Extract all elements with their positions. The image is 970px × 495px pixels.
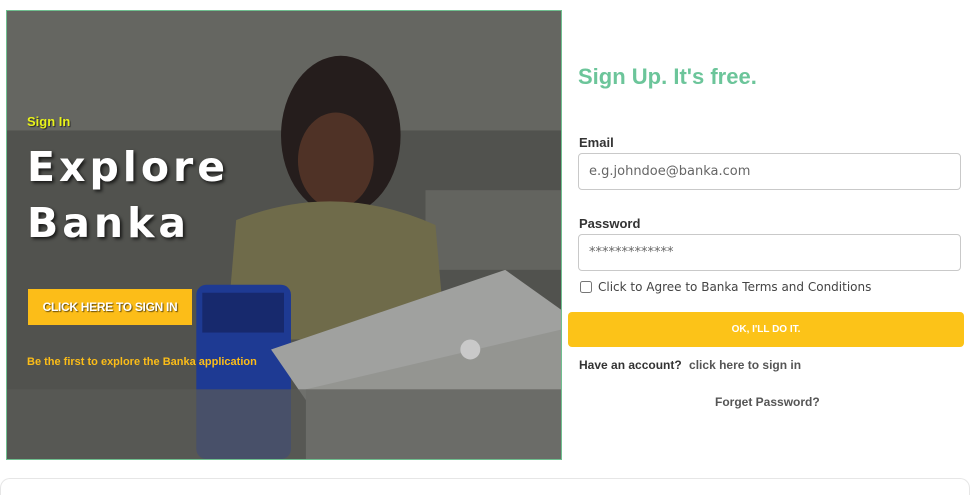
terms-checkbox[interactable] [580,281,592,293]
password-field[interactable] [578,234,961,271]
terms-row: Click to Agree to Banka Terms and Condit… [580,280,871,294]
have-account-row: Have an account? click here to sign in [579,358,801,372]
have-account-text: Have an account? [579,358,682,372]
hero-signin-button[interactable]: CLICK HERE TO SIGN IN [28,289,192,325]
submit-button[interactable]: OK, I'LL DO IT. [568,312,964,347]
email-field[interactable] [578,153,961,190]
hero-title-line1: Explore [27,143,230,191]
hero-title: Explore Banka [27,139,229,251]
signin-link[interactable]: click here to sign in [689,358,801,372]
hero-tagline: Be the first to explore the Banka applic… [27,356,257,368]
forget-password-link[interactable]: Forget Password? [715,395,820,409]
hero-panel: Sign In Explore Banka CLICK HERE TO SIGN… [6,10,562,460]
form-title: Sign Up. It's free. [578,64,757,89]
footer-edge [0,478,970,495]
email-label: Email [579,135,614,150]
password-label: Password [579,216,641,231]
hero-signin-link[interactable]: Sign In [27,114,70,129]
hero-title-line2: Banka [27,199,191,247]
terms-label: Click to Agree to Banka Terms and Condit… [598,280,872,294]
